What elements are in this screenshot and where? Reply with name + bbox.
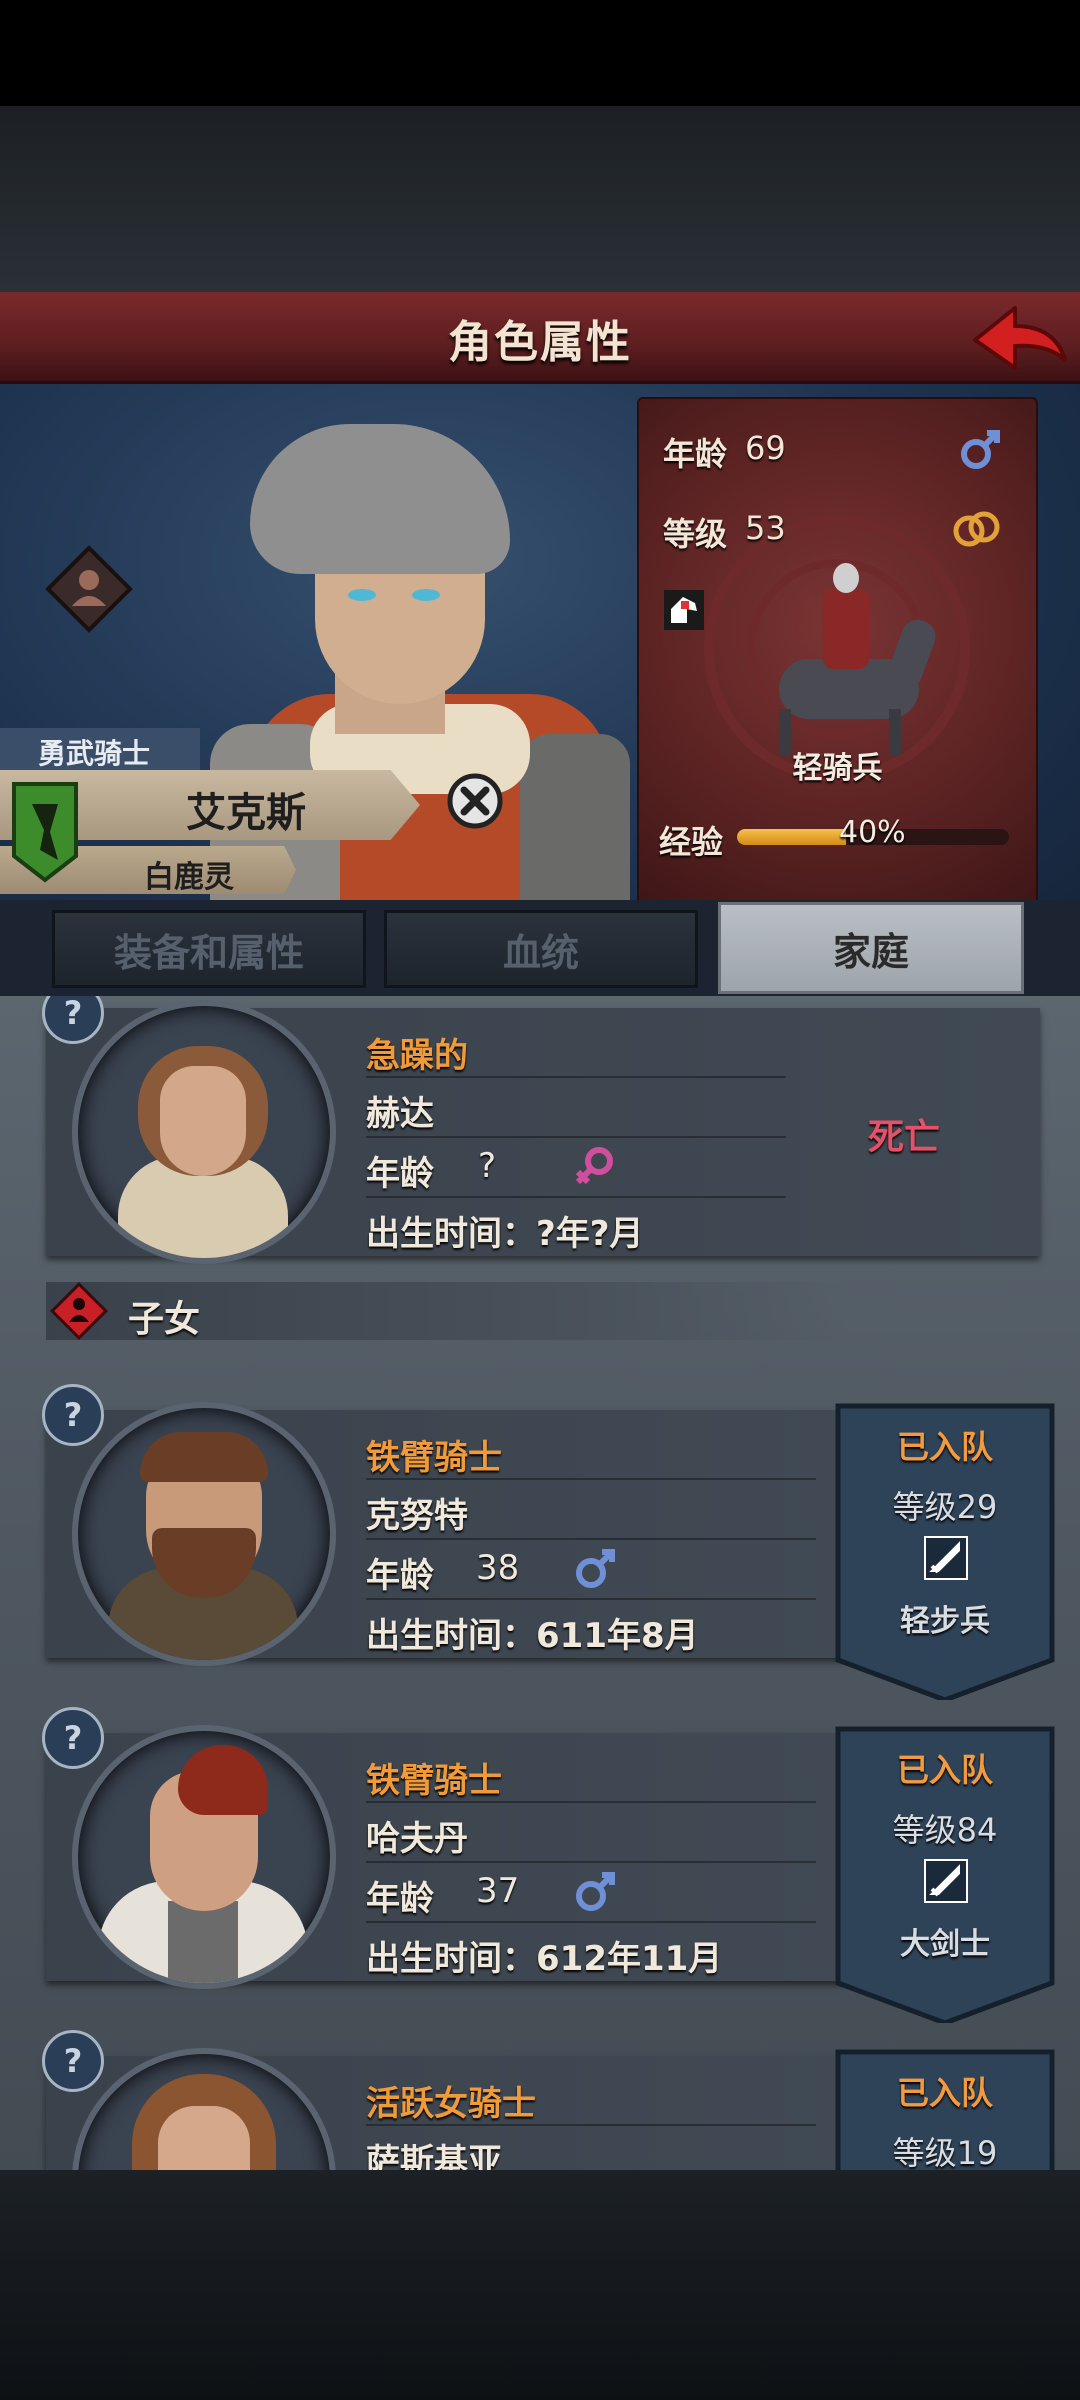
child-age-label: 年龄 [366,1879,434,1919]
exp-bar-fill [737,829,846,845]
class-title: 勇武骑士 [38,737,151,770]
help-icon[interactable]: ? [42,1707,104,1769]
child-level: 等级29 [892,1488,998,1526]
spouse-card[interactable]: ? 急躁的 赫达 年龄 ? 出生时间：?年?月 死亡 [42,996,1040,1264]
level-value: 53 [745,509,786,547]
level-label: 等级 [663,515,728,553]
child-unit: 大剑士 [900,1927,990,1962]
children-icon [50,1282,108,1340]
help-icon[interactable]: ? [42,996,104,1044]
help-icon[interactable]: ? [42,2030,104,2092]
unit-name: 轻骑兵 [792,751,883,786]
children-header: 子女 [46,1282,846,1340]
spouse-status: 死亡 [868,1117,941,1158]
child-title: 活跃女骑士 [366,2084,536,2124]
stat-card: 年龄 69 等级 53 轻骑兵 经验 40% [637,397,1038,906]
children-label: 子女 [128,1299,201,1340]
child-age: 37 [476,1871,520,1911]
child-level: 等级84 [892,1811,998,1849]
exp-percent: 40% [839,815,906,850]
sword-icon [924,1859,968,1903]
age-label: 年龄 [663,435,728,473]
class-title-plate: 勇武骑士 [0,728,200,770]
tab-family[interactable]: 家庭 [718,902,1024,994]
male-icon [961,430,1000,469]
child-level: 等级19 [892,2134,998,2170]
child-card[interactable]: ? 活跃女骑士 萨斯基亚 年龄 30 [42,2030,846,2170]
child-card[interactable]: ? 铁臂骑士 哈夫丹 年龄 37 出生时间：612年11月 [42,1707,846,1989]
child-card[interactable]: ? 铁臂骑士 克努特 年龄 38 出生时间：611年8月 [42,1384,846,1666]
tab-bloodline[interactable]: 血统 [384,910,698,988]
child-status-banner[interactable]: 已入队 等级29 轻步兵 [834,1400,1056,1700]
child-portrait [72,1725,336,1989]
tab-bar: 装备和属性 血统 家庭 [0,900,1080,996]
spouse-age: ? [478,1146,497,1186]
sword-icon [924,1536,968,1580]
spouse-portrait [72,1000,336,1264]
help-icon[interactable]: ? [42,1384,104,1446]
house-name: 白鹿灵 [144,860,234,895]
status-bar [0,0,1080,106]
spouse-name: 赫达 [366,1094,434,1134]
tab-equipment[interactable]: 装备和属性 [52,910,366,988]
unit-figure [739,549,959,759]
child-birth: 出生时间：612年11月 [366,1939,723,1979]
child-status-banner[interactable]: 已入队 等级19 [834,2046,1056,2170]
exp-label: 经验 [659,823,724,861]
spouse-birth: 出生时间：?年?月 [366,1214,644,1254]
child-portrait [72,1402,336,1666]
family-content: ? 急躁的 赫达 年龄 ? 出生时间：?年?月 死亡 子女 ? 铁臂骑士 克努特… [0,996,1080,2170]
child-name: 萨斯基亚 [366,2142,502,2170]
child-birth: 出生时间：611年8月 [366,1616,699,1656]
spouse-trait: 急躁的 [366,1036,468,1076]
male-icon [576,1872,615,1911]
child-name: 哈夫丹 [366,1819,468,1859]
female-icon [575,1147,613,1185]
background-top [0,106,1080,292]
spouse-age-label: 年龄 [366,1154,434,1194]
house-crest-icon [12,782,78,883]
page-title: 角色属性 [448,317,632,368]
hero-name: 艾克斯 [186,790,306,836]
bottom-bar [0,2170,1080,2400]
married-rings-icon [953,511,1000,547]
close-icon[interactable] [446,772,504,830]
back-arrow-icon[interactable] [970,298,1070,378]
joined-status: 已入队 [896,2074,993,2112]
joined-status: 已入队 [896,1428,993,1466]
joined-status: 已入队 [896,1751,993,1789]
child-age-label: 年龄 [366,1556,434,1596]
child-name: 克努特 [366,1496,468,1536]
child-title: 铁臂骑士 [366,1438,502,1478]
cavalry-icon [664,590,704,630]
child-portrait [72,2048,336,2170]
age-value: 69 [745,429,786,467]
prisoner-icon[interactable] [44,544,134,634]
child-status-banner[interactable]: 已入队 等级84 大剑士 [834,1723,1056,2023]
male-icon [576,1549,615,1588]
child-unit: 轻步兵 [900,1604,990,1639]
child-title: 铁臂骑士 [366,1761,502,1801]
child-age: 38 [476,1548,520,1588]
